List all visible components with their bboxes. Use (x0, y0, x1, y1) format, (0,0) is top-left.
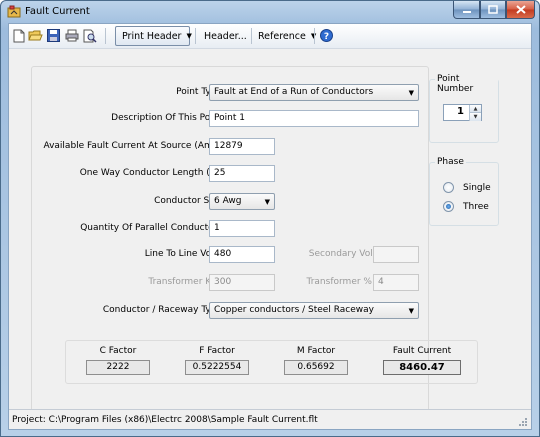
print-icon[interactable] (64, 28, 79, 43)
point-type-select[interactable]: Fault at End of a Run of Conductors ▼ (209, 84, 419, 101)
raceway-type-value: Copper conductors / Steel Raceway (214, 305, 374, 315)
f-factor-label: F Factor (199, 346, 235, 356)
close-icon (515, 5, 526, 14)
conductor-size-value: 6 Awg (214, 196, 242, 206)
chevron-down-icon: ▼ (408, 307, 414, 315)
phase-title: Phase (435, 157, 466, 167)
point-type-value: Fault at End of a Run of Conductors (214, 87, 374, 97)
secondary-volts-input (373, 246, 419, 263)
project-path: Project: C:\Program Files (x86)\Electrc … (12, 415, 318, 425)
available-fault-label: Available Fault Current At Source (Amp) (43, 141, 222, 151)
minimize-icon (462, 10, 471, 13)
save-icon[interactable] (46, 28, 61, 43)
maximize-button[interactable] (480, 1, 506, 19)
header-button[interactable]: Header... (198, 26, 253, 46)
radio-on-icon (443, 201, 454, 212)
conductor-length-label: One Way Conductor Length (Ft) (79, 168, 222, 178)
spinner-down-icon[interactable]: ▼ (469, 113, 481, 121)
transformer-kva-input: 300 (209, 274, 275, 291)
phase-group: Phase Single Three (429, 157, 499, 226)
chevron-down-icon: ▼ (264, 198, 270, 206)
maximize-icon (488, 5, 498, 14)
open-folder-icon[interactable] (28, 28, 43, 43)
minimize-button[interactable] (453, 1, 480, 19)
print-header-dropdown[interactable]: Print Header ▼ (115, 26, 192, 46)
transformer-z-input: 4 (373, 274, 419, 291)
print-header-label: Print Header (122, 30, 182, 42)
phase-single-label: Single (463, 182, 491, 193)
m-factor-value: 0.65692 (284, 360, 348, 375)
app-icon (7, 5, 21, 18)
help-icon[interactable]: ? (319, 28, 334, 43)
line-volts-input[interactable]: 480 (209, 246, 275, 263)
parallel-conductors-input[interactable]: 1 (209, 220, 275, 237)
spinner-up-icon[interactable]: ▲ (469, 105, 481, 113)
toolbar-separator (195, 28, 196, 44)
raceway-type-select[interactable]: Copper conductors / Steel Raceway ▼ (209, 302, 419, 319)
radio-off-icon (443, 182, 454, 193)
transformer-z-label: Transformer % Z (306, 277, 381, 287)
fault-current-value: 8460.47 (383, 360, 461, 375)
app-window: Fault Current Print Header ▼ Header... R… (0, 0, 540, 437)
phase-three-label: Three (463, 201, 489, 212)
toolbar: Print Header ▼ Header... Reference ▼ ? (9, 24, 531, 49)
title-bar[interactable]: Fault Current (1, 1, 539, 23)
phase-single-radio[interactable]: Single (443, 182, 491, 193)
fault-current-label: Fault Current (392, 346, 452, 356)
raceway-type-label: Conductor / Raceway Type (102, 305, 222, 315)
resize-grip-icon[interactable] (518, 417, 528, 427)
toolbar-separator (314, 28, 315, 44)
status-bar: Project: C:\Program Files (x86)\Electrc … (9, 409, 531, 429)
chevron-down-icon: ▼ (186, 32, 192, 40)
c-factor-value: 2222 (86, 360, 150, 375)
close-button[interactable] (506, 1, 535, 19)
f-factor-value: 0.5222554 (185, 360, 249, 375)
m-factor-label: M Factor (296, 346, 336, 356)
chevron-down-icon: ▼ (408, 89, 414, 97)
point-number-value: 1 (457, 106, 464, 117)
toolbar-separator (105, 28, 106, 44)
parallel-conductors-label: Quantity Of Parallel Conductors (80, 223, 222, 233)
client-area: Print Header ▼ Header... Reference ▼ ? P… (8, 23, 532, 430)
secondary-volts-label: Secondary Volts (308, 249, 381, 259)
point-number-spinner[interactable]: 1 ▲ ▼ (443, 104, 482, 121)
conductor-size-select[interactable]: 6 Awg ▼ (209, 193, 275, 210)
print-preview-icon[interactable] (82, 28, 97, 43)
point-number-title: Point Number (435, 74, 498, 94)
reference-label: Reference (258, 30, 306, 42)
phase-three-radio[interactable]: Three (443, 201, 489, 212)
new-file-icon[interactable] (11, 28, 26, 43)
reference-dropdown[interactable]: Reference ▼ (252, 26, 322, 46)
c-factor-label: C Factor (99, 346, 137, 356)
header-button-label: Header... (204, 30, 247, 42)
description-label: Description Of This Point (111, 113, 222, 123)
svg-text:?: ? (324, 32, 329, 42)
results-panel: C Factor 2222 F Factor 0.5222554 M Facto… (65, 340, 478, 384)
point-number-group: Point Number 1 ▲ ▼ (429, 74, 499, 143)
available-fault-input[interactable]: 12879 (209, 138, 275, 155)
window-title: Fault Current (25, 6, 90, 17)
description-input[interactable]: Point 1 (209, 110, 419, 127)
conductor-length-input[interactable]: 25 (209, 165, 275, 182)
